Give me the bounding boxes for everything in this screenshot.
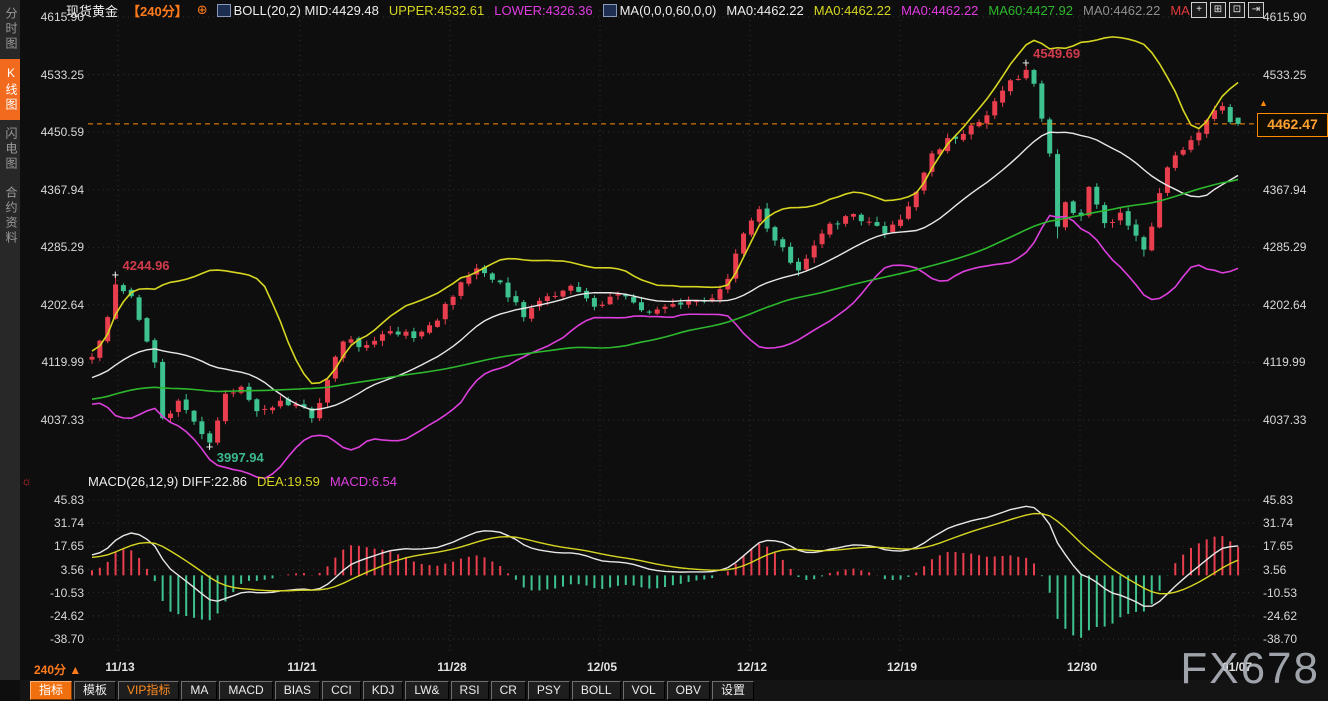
legend-item: BOLL(20,2) MID:4429.48 — [217, 3, 379, 18]
indicator-legend: BOLL(20,2) MID:4429.48 UPPER:4532.61 LOWER… — [217, 3, 1190, 18]
window-icon-toolbar: +⊞⊡⇥ — [1191, 2, 1264, 18]
legend-item: MA0:4462.22 — [1083, 3, 1160, 18]
toolbar-button-MA[interactable]: MA — [181, 681, 217, 700]
extreme-price-label: 3997.94 — [217, 450, 264, 465]
legend-item: UPPER:4532.61 — [389, 3, 484, 18]
toolbar-button-设置[interactable]: 设置 — [712, 681, 754, 700]
indicator-icon — [217, 4, 231, 17]
legend-text: MA0:4462.22 — [1083, 3, 1160, 18]
timeframe-up-arrow-icon: ▲ — [69, 663, 81, 677]
pan-icon[interactable]: + — [1191, 2, 1207, 18]
x-axis-tick: 12/12 — [732, 660, 772, 674]
legend-text: BOLL(20,2) MID:4429.48 — [234, 3, 379, 18]
legend-item: MA0:4462.22 — [726, 3, 803, 18]
price-arrow-icon: ▲ — [1259, 98, 1268, 108]
timeframe-selector[interactable]: 240分 ▲ — [34, 661, 81, 678]
legend-text: MA0:4462.22 — [901, 3, 978, 18]
bottom-toolbar: 指标模板VIP指标MAMACDBIASCCIKDJLW&RSICRPSYBOLL… — [20, 680, 1328, 701]
x-axis-tick: 12/05 — [582, 660, 622, 674]
legend-text: MA(0,0,0,60,0,0) — [620, 3, 717, 18]
macd-dea-value: DEA:19.59 — [257, 474, 320, 489]
x-axis: 11/1311/2111/2812/0512/1212/1912/3001/07 — [0, 660, 1328, 680]
toolbar-button-VIP指标[interactable]: VIP指标 — [118, 681, 179, 700]
toolbar-button-LW&[interactable]: LW& — [405, 681, 448, 700]
sidebar-item-2[interactable]: 闪电图 — [0, 120, 20, 179]
timeframe-footer-label: 240分 — [34, 663, 66, 677]
extreme-marker-icon: + — [112, 267, 120, 282]
timeframe-label: 【240分】 — [127, 1, 188, 20]
legend-text: MA0:4462.22 — [726, 3, 803, 18]
toolbar-button-BIAS[interactable]: BIAS — [275, 681, 320, 700]
legend-text: MA0:4462.22 — [814, 3, 891, 18]
toolbar-button-PSY[interactable]: PSY — [528, 681, 570, 700]
chart-canvas[interactable] — [0, 0, 1328, 701]
legend-item: MA0:4462.22 — [814, 3, 891, 18]
legend-item: MA60:4427.92 — [988, 3, 1073, 18]
extreme-marker-icon: + — [206, 439, 214, 454]
indicator-icon — [603, 4, 617, 17]
macd-hist-value: MACD:6.54 — [330, 474, 397, 489]
toolbar-button-CR[interactable]: CR — [491, 681, 526, 700]
current-price-badge: 4462.47 — [1257, 113, 1328, 137]
toolbar-button-KDJ[interactable]: KDJ — [363, 681, 404, 700]
macd-header: MACD(26,12,9) DIFF:22.86 DEA:19.59 MACD:… — [88, 474, 397, 489]
watermark: FX678 — [1180, 644, 1320, 694]
exit-chart-icon[interactable]: ⇥ — [1248, 2, 1264, 18]
toolbar-button-BOLL[interactable]: BOLL — [572, 681, 621, 700]
x-axis-tick: 11/28 — [432, 660, 472, 674]
toolbar-button-MACD[interactable]: MACD — [219, 681, 272, 700]
sidebar-item-1[interactable]: K线图 — [0, 59, 20, 120]
legend-item: LOWER:4326.36 — [494, 3, 592, 18]
legend-text: LOWER:4326.36 — [494, 3, 592, 18]
chart-header: 现货黄金 【240分】 ⊕ BOLL(20,2) MID:4429.48 UPPE… — [22, 0, 1328, 20]
x-axis-tick: 11/13 — [100, 660, 140, 674]
toolbar-button-模板[interactable]: 模板 — [74, 681, 116, 700]
extreme-price-label: 4549.69 — [1033, 46, 1080, 61]
x-axis-tick: 11/21 — [282, 660, 322, 674]
toolbar-button-RSI[interactable]: RSI — [451, 681, 489, 700]
legend-text: MA60:4427.92 — [988, 3, 1073, 18]
toolbar-button-指标[interactable]: 指标 — [30, 681, 72, 700]
sidebar-item-3[interactable]: 合约资料 — [0, 179, 20, 253]
sidebar-item-0[interactable]: 分时图 — [0, 0, 20, 59]
macd-marker-icon[interactable]: ☼ — [21, 474, 32, 488]
extreme-price-label: 4244.96 — [123, 258, 170, 273]
x-axis-tick: 12/30 — [1062, 660, 1102, 674]
left-sidebar: 分时图K线图闪电图合约资料 — [0, 0, 20, 680]
legend-item: MA(0,0,0,60,0,0) — [603, 3, 717, 18]
toolbar-button-VOL[interactable]: VOL — [623, 681, 665, 700]
indicator-pane-next-icon[interactable]: ⊡ — [1229, 2, 1245, 18]
legend-text: UPPER:4532.61 — [389, 3, 484, 18]
legend-text: MA — [1170, 3, 1190, 18]
extreme-marker-icon: + — [1022, 55, 1030, 70]
toolbar-button-OBV[interactable]: OBV — [667, 681, 710, 700]
indicator-pane-icon[interactable]: ⊞ — [1210, 2, 1226, 18]
legend-item: MA — [1170, 3, 1190, 18]
instrument-title: 现货黄金 — [66, 1, 118, 20]
macd-diff-value: MACD(26,12,9) DIFF:22.86 — [88, 474, 247, 489]
legend-item: MA0:4462.22 — [901, 3, 978, 18]
x-axis-tick: 12/19 — [882, 660, 922, 674]
link-icon[interactable]: ⊕ — [197, 2, 208, 18]
toolbar-button-CCI[interactable]: CCI — [322, 681, 361, 700]
chart-application: 分时图K线图闪电图合约资料 现货黄金 【240分】 ⊕ BOLL(20,2) M… — [0, 0, 1328, 701]
